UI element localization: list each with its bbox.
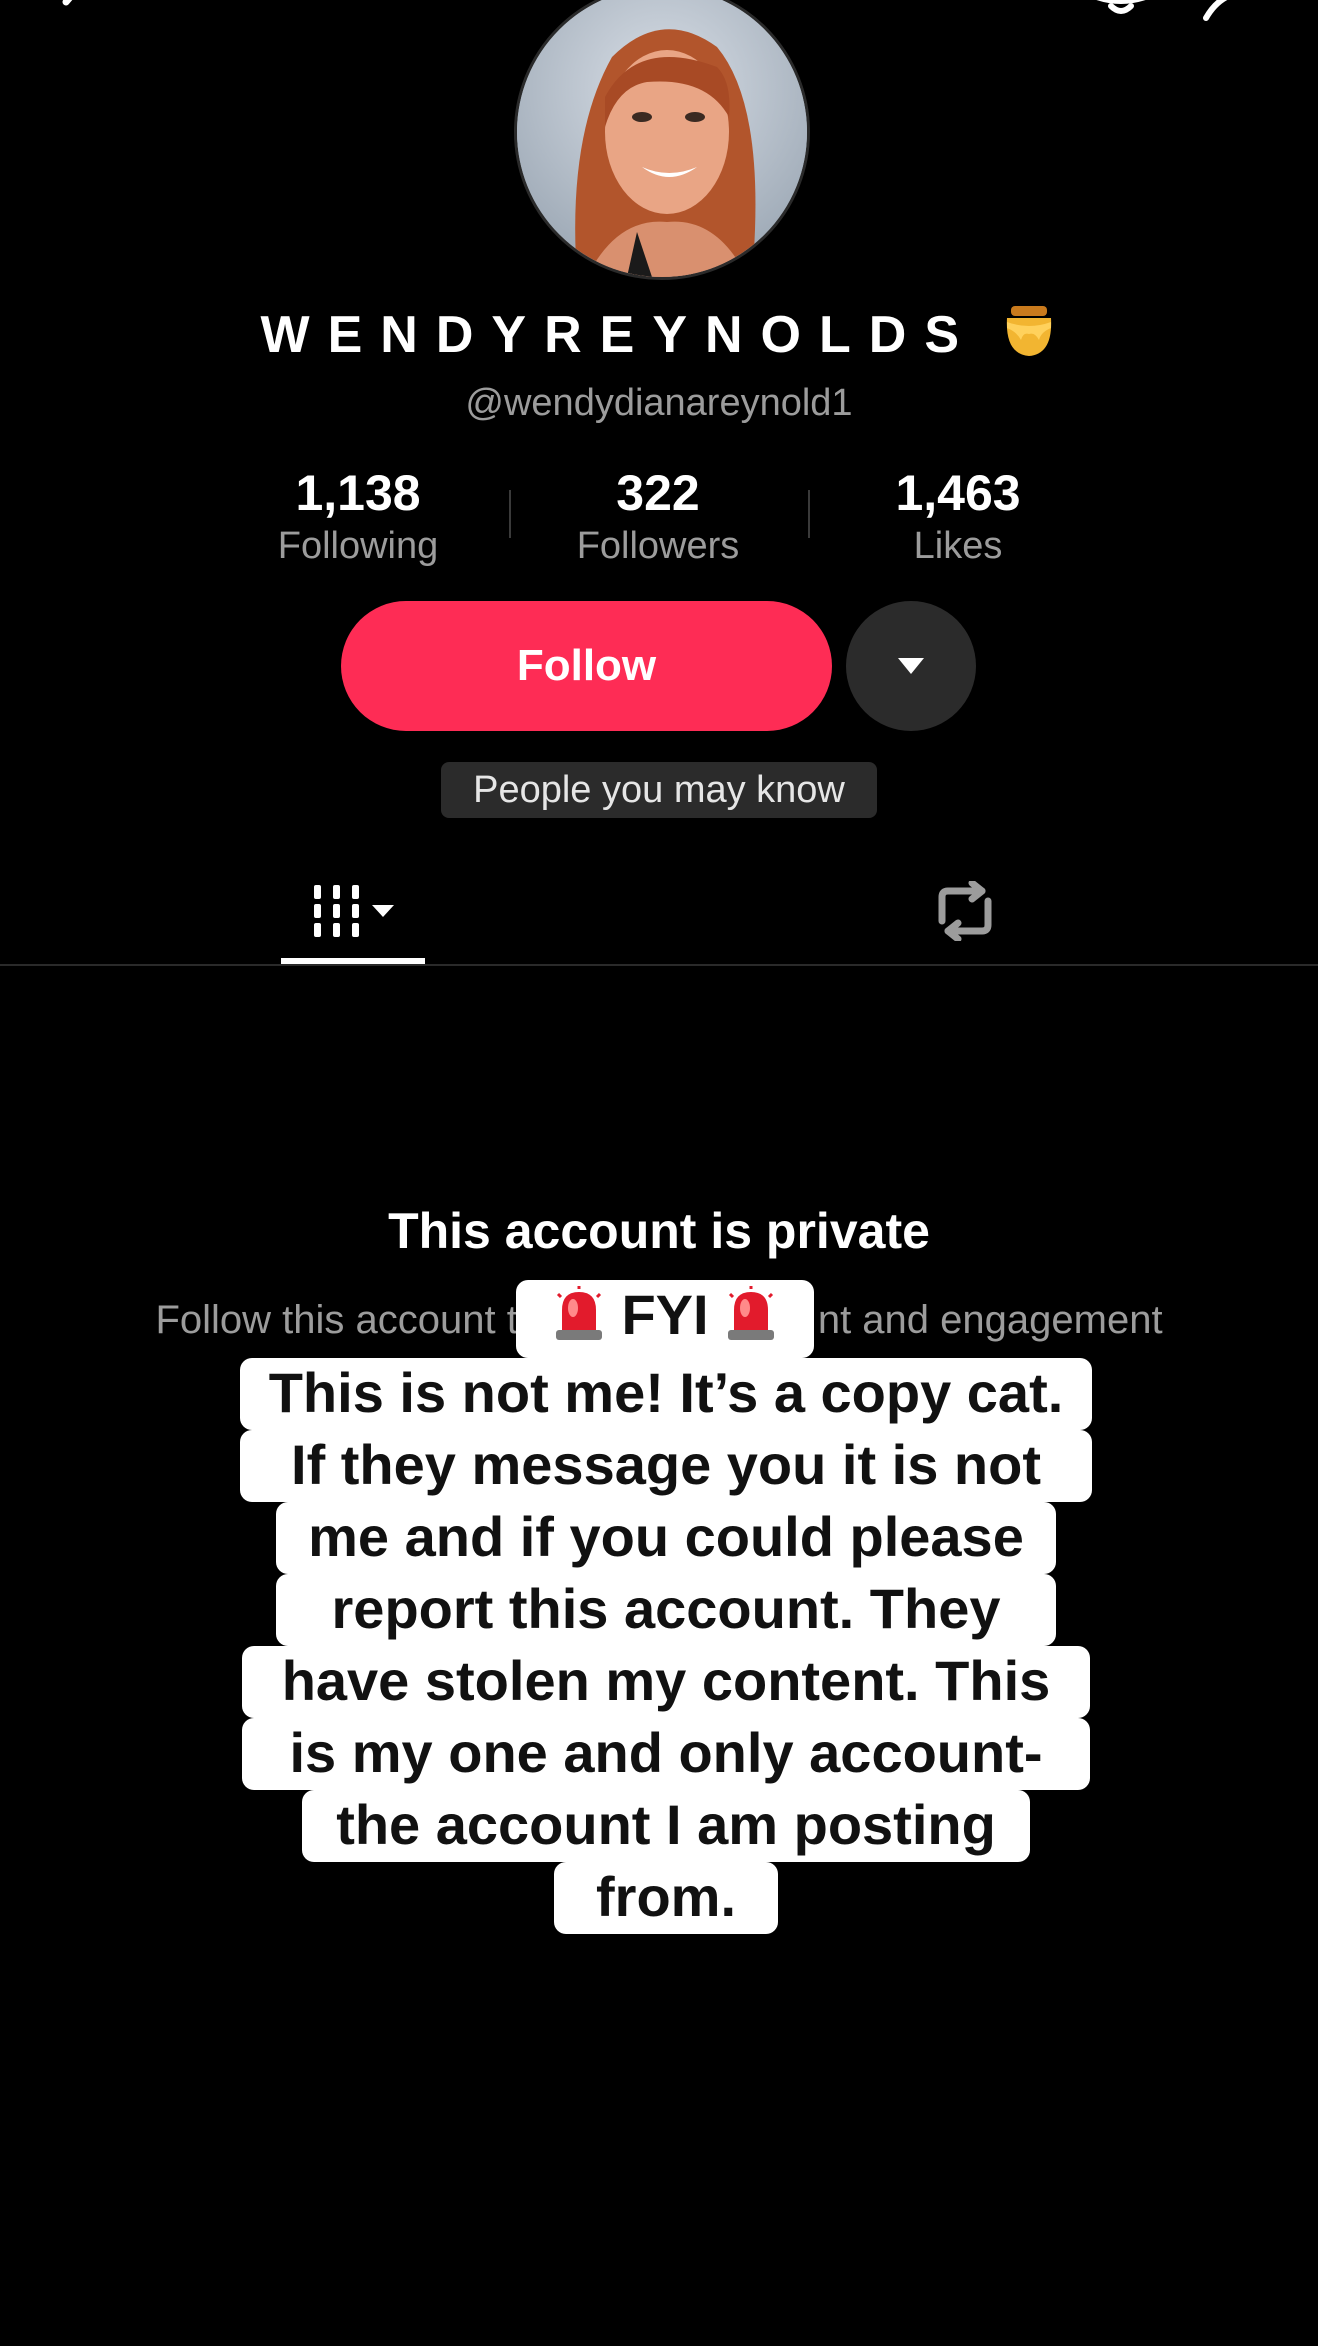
back-arrow-icon[interactable] <box>48 0 108 32</box>
siren-icon <box>728 1286 775 1340</box>
stat-followers[interactable]: 322 Followers <box>508 462 808 568</box>
overlay-line: This is not me! It’s a copy cat. <box>240 1358 1092 1430</box>
private-account-title: This account is private <box>388 1203 930 1259</box>
display-name-text: WENDYREYNOLDS <box>260 306 978 364</box>
avatar-photo <box>517 0 807 277</box>
tab-bar-divider <box>0 964 1318 966</box>
caret-down-icon <box>898 658 924 674</box>
people-you-may-know-chip[interactable]: People you may know <box>441 762 877 818</box>
follow-button[interactable]: Follow <box>341 601 832 731</box>
warning-text-overlay: FYI This is not me! It’s a copy cat. If … <box>200 1280 1118 1940</box>
repost-icon <box>938 881 992 941</box>
share-icon[interactable] <box>1200 0 1280 24</box>
stat-likes[interactable]: 1,463 Likes <box>808 462 1108 568</box>
overlay-line: If they message you it is not <box>240 1430 1092 1502</box>
likes-label: Likes <box>913 525 1003 567</box>
followers-count: 322 <box>616 465 700 521</box>
overlay-line: report this account. They <box>276 1574 1056 1646</box>
bell-icon[interactable] <box>1086 0 1156 24</box>
overlay-header-text: FYI <box>621 1283 709 1346</box>
stat-following[interactable]: 1,138 Following <box>208 462 508 568</box>
honey-pot-icon <box>1007 306 1052 356</box>
following-label: Following <box>277 525 439 567</box>
followers-label: Followers <box>576 525 740 567</box>
overlay-line: me and if you could please <box>276 1502 1056 1574</box>
likes-count: 1,463 <box>895 465 1021 521</box>
display-name: WENDYREYNOLDS <box>0 302 1318 365</box>
overlay-line: from. <box>554 1862 778 1934</box>
siren-icon <box>555 1286 602 1340</box>
tab-videos[interactable] <box>281 866 426 956</box>
overlay-header: FYI <box>516 1280 814 1358</box>
grid-icon <box>313 885 394 937</box>
following-count: 1,138 <box>295 465 421 521</box>
username-handle: @wendydianareynold1 <box>465 382 853 424</box>
avatar[interactable] <box>514 0 810 280</box>
overlay-line: have stolen my content. This <box>242 1646 1090 1718</box>
tab-reposts[interactable] <box>920 866 1010 956</box>
overlay-line: the account I am posting <box>302 1790 1030 1862</box>
suggestions-dropdown-button[interactable] <box>846 601 976 731</box>
overlay-line: is my one and only account- <box>242 1718 1090 1790</box>
